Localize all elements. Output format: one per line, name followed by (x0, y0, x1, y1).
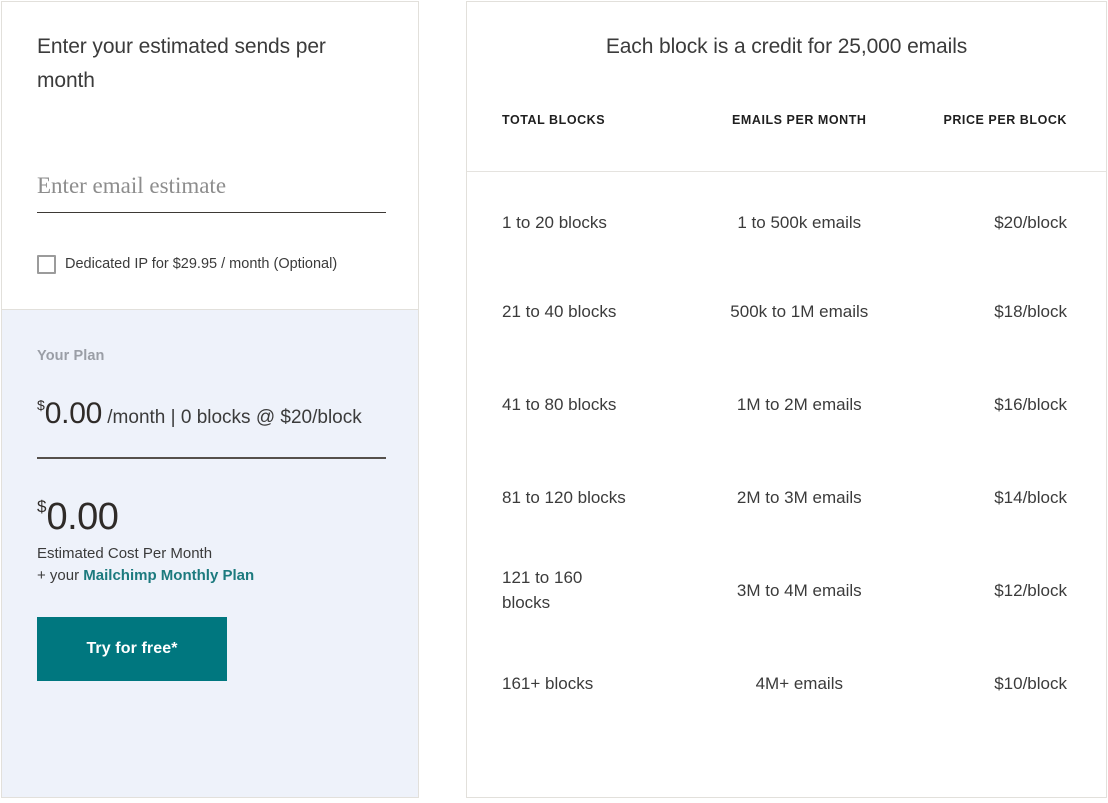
cell-total-blocks-text: 121 to 160 blocks (502, 568, 583, 612)
cell-emails-per-month: 3M to 4M emails (736, 580, 862, 600)
calculator-input-section: Enter your estimated sends per month Ded… (2, 2, 418, 310)
email-estimate-field-wrapper (37, 170, 386, 213)
cell-emails-per-month: 500k to 1M emails (730, 301, 869, 321)
column-header-emails-per-month: EMAILS PER MONTH (732, 113, 867, 127)
cell-price-per-block: $10/block (994, 673, 1067, 693)
cell-price-per-block: $12/block (994, 580, 1067, 600)
estimated-cost-block: $0.00 Estimated Cost Per Month + your Ma… (37, 486, 384, 587)
cell-total-blocks: 161+ blocks (502, 673, 594, 693)
your-plan-label: Your Plan (37, 348, 105, 364)
dedicated-ip-label: Dedicated IP for $29.95 / month (Optiona… (65, 256, 338, 272)
email-estimate-input[interactable] (37, 170, 386, 213)
dedicated-ip-option[interactable]: Dedicated IP for $29.95 / month (Optiona… (37, 255, 337, 274)
plan-price-value: 0.00 (44, 397, 103, 430)
pricing-table: TOTAL BLOCKS EMAILS PER MONTH PRICE PER … (467, 112, 1106, 730)
cell-emails-per-month: 4M+ emails (755, 673, 843, 693)
estimated-cost-value: 0.00 (46, 496, 119, 538)
cell-total-blocks: 41 to 80 blocks (502, 394, 617, 414)
dedicated-ip-checkbox[interactable] (37, 255, 56, 274)
try-for-free-button[interactable]: Try for free* (37, 617, 227, 681)
cell-price-per-block: $20/block (994, 212, 1067, 232)
cell-total-blocks: 121 to 160 blocks (467, 544, 694, 637)
your-plan-panel: Your Plan $0.00 /month | 0 blocks @ $20/… (2, 310, 418, 797)
plan-price-suffix: /month | 0 blocks @ $20/block (107, 407, 362, 428)
cell-emails-per-month: 1 to 500k emails (737, 212, 862, 232)
plan-note: + your Mailchimp Monthly Plan (37, 565, 384, 587)
cell-total-blocks: 21 to 40 blocks (502, 301, 617, 321)
table-row: 1 to 20 blocks 1 to 500k emails $20/bloc… (467, 172, 1106, 265)
calculator-card: Enter your estimated sends per month Ded… (1, 1, 419, 798)
page-title: Enter your estimated sends per month (37, 35, 326, 92)
table-row: 121 to 160 blocks 3M to 4M emails $12/bl… (467, 544, 1106, 637)
plan-divider (37, 457, 386, 459)
plan-price-amount: $0.00 (37, 397, 102, 430)
cell-emails-per-month: 1M to 2M emails (736, 394, 862, 414)
currency-symbol: $ (37, 397, 45, 413)
pricing-table-head: TOTAL BLOCKS EMAILS PER MONTH PRICE PER … (467, 112, 1106, 172)
column-header-total-blocks: TOTAL BLOCKS (502, 113, 606, 127)
cell-price-per-block: $14/block (994, 487, 1067, 507)
cell-price-per-block: $18/block (994, 301, 1067, 321)
table-row: 41 to 80 blocks 1M to 2M emails $16/bloc… (467, 358, 1106, 451)
column-header-price-per-block: PRICE PER BLOCK (943, 113, 1067, 127)
table-row: 161+ blocks 4M+ emails $10/block (467, 637, 1106, 730)
cell-total-blocks: 81 to 120 blocks (502, 487, 626, 507)
pricing-table-title: Each block is a credit for 25,000 emails (605, 35, 968, 58)
pricing-table-header-row: TOTAL BLOCKS EMAILS PER MONTH PRICE PER … (467, 112, 1106, 172)
plan-price-line: $0.00 /month | 0 blocks @ $20/block (37, 390, 384, 433)
table-row: 81 to 120 blocks 2M to 3M emails $14/blo… (467, 451, 1106, 544)
table-row: 21 to 40 blocks 500k to 1M emails $18/bl… (467, 265, 1106, 358)
cell-emails-per-month: 2M to 3M emails (736, 487, 862, 507)
cell-total-blocks: 1 to 20 blocks (502, 212, 607, 232)
cell-price-per-block: $16/block (994, 394, 1067, 414)
pricing-table-card: Each block is a credit for 25,000 emails… (466, 1, 1107, 798)
pricing-calculator-page: Enter your estimated sends per month Ded… (0, 0, 1108, 803)
estimated-cost-amount: $0.00 (37, 486, 384, 538)
estimated-cost-caption: Estimated Cost Per Month (37, 545, 213, 562)
plan-note-prefix: + your (37, 567, 84, 584)
pricing-table-body: 1 to 20 blocks 1 to 500k emails $20/bloc… (467, 172, 1106, 730)
mailchimp-monthly-plan-link[interactable]: Mailchimp Monthly Plan (83, 567, 254, 584)
